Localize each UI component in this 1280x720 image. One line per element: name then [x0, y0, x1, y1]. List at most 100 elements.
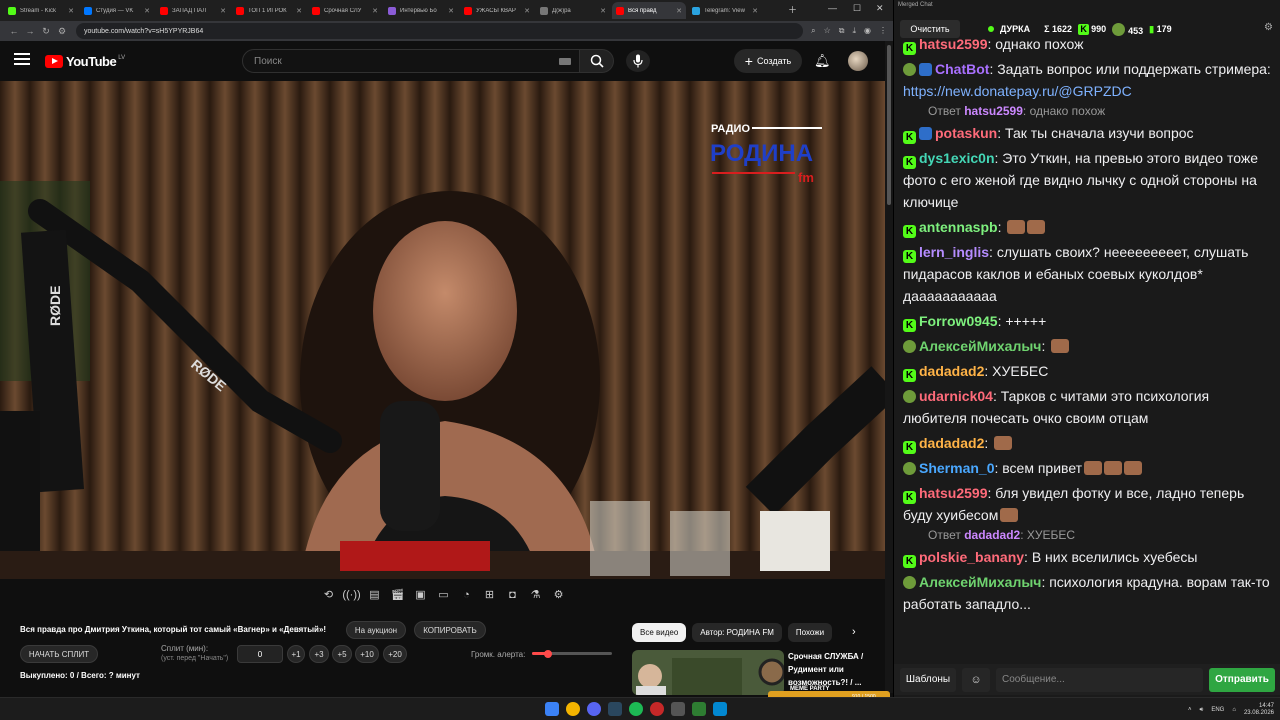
create-button[interactable]: + Создать	[734, 49, 802, 73]
profile-icon[interactable]: ◉	[864, 26, 871, 36]
message-input[interactable]: Сообщение...	[996, 667, 1203, 692]
tab-close-icon[interactable]: ✕	[372, 7, 378, 15]
browser-tab[interactable]: ТОП 1 ИГРОК ✕	[232, 2, 306, 19]
chat-username[interactable]: hatsu2599	[919, 36, 987, 52]
chat-settings-icon[interactable]: ⚙	[1264, 22, 1273, 33]
new-tab-button[interactable]: ＋	[788, 3, 797, 16]
chat-link[interactable]: https://new.donatepay.ru/@GRPZDC	[903, 83, 1132, 99]
search-button[interactable]	[580, 49, 614, 73]
reply-user[interactable]: hatsu2599	[964, 104, 1023, 118]
chat-username[interactable]: lern_inglis	[919, 244, 989, 260]
tab-close-icon[interactable]: ✕	[524, 7, 530, 15]
volume-icon[interactable]: 🔊︎	[1200, 707, 1204, 714]
url-field[interactable]: youtube.com/watch?v=sH5YPYRJB64	[76, 23, 804, 39]
steam-icon[interactable]	[608, 702, 622, 716]
browser-tab[interactable]: Студия — VK ✕	[80, 2, 154, 19]
zoom-icon[interactable]: ⌕	[811, 26, 815, 36]
start-menu-icon[interactable]	[545, 702, 559, 716]
playlist-icon[interactable]: ▤	[366, 586, 383, 603]
chat-username[interactable]: АлексейМихалыч	[919, 338, 1041, 354]
browser-menu-icon[interactable]: ⋮	[879, 26, 887, 36]
split-minutes-input[interactable]: 0	[237, 645, 283, 663]
clock[interactable]: 14:47 23.08.2026	[1244, 703, 1274, 717]
tab-close-icon[interactable]: ✕	[68, 7, 74, 15]
chevron-right-icon[interactable]: ›	[852, 626, 856, 638]
network-icon[interactable]: ⌂	[1232, 707, 1236, 713]
downloads-icon[interactable]: ⤓	[852, 26, 856, 36]
voice-search-button[interactable]	[626, 50, 650, 72]
tab-close-icon[interactable]: ✕	[600, 7, 606, 15]
terminal-icon[interactable]	[671, 702, 685, 716]
chat-username[interactable]: potaskun	[935, 125, 997, 141]
chat-username[interactable]: antennaspb	[919, 219, 998, 235]
browser-tab[interactable]: УЖАСЫ КВАР ✕	[460, 2, 534, 19]
browser-tab[interactable]: Telegram: View ✕	[688, 2, 762, 19]
related-video-title[interactable]: Срочная СЛУЖБА / Рудимент или возможност…	[788, 650, 880, 689]
minimize-button[interactable]: —	[828, 3, 837, 13]
discord-icon[interactable]	[587, 702, 601, 716]
reply-user[interactable]: dadadad2	[964, 528, 1020, 542]
increment-button[interactable]: +1	[287, 645, 305, 663]
youtube-logo[interactable]: YouTube LV	[45, 54, 125, 69]
increment-button[interactable]: +10	[355, 645, 379, 663]
settings-gear-icon[interactable]: ⚙	[550, 586, 567, 603]
obs-icon[interactable]	[650, 702, 664, 716]
audio-icon[interactable]: ((·))	[342, 586, 360, 603]
templates-button[interactable]: Шаблоны	[900, 667, 956, 692]
related-video-thumbnail[interactable]	[632, 650, 784, 695]
video-player[interactable]: РАДИО РОДИНА fm RØDE RØDE	[0, 81, 885, 579]
search-input[interactable]: Поиск	[242, 49, 580, 73]
auction-button[interactable]: На аукцион	[346, 621, 406, 639]
theater-icon[interactable]: ▭	[435, 586, 452, 603]
chat-username[interactable]: hatsu2599	[919, 485, 987, 501]
chat-messages[interactable]: Khatsu2599: однако похож ChatBot: Задать …	[894, 33, 1280, 660]
notifications-bell-icon[interactable]: 🔔︎	[814, 53, 831, 69]
tab-close-icon[interactable]: ✕	[220, 7, 226, 15]
extensions-icon[interactable]: ⧉	[839, 26, 845, 36]
scrollbar-thumb[interactable]	[887, 45, 891, 205]
tab-close-icon[interactable]: ✕	[296, 7, 302, 15]
increment-button[interactable]: +5	[332, 645, 352, 663]
bookmark-star-icon[interactable]: ☆	[824, 26, 831, 36]
flask-icon[interactable]: ⚗	[527, 586, 544, 603]
forward-icon[interactable]: →	[22, 26, 38, 36]
increment-button[interactable]: +20	[383, 645, 407, 663]
tab-similar[interactable]: Похожи	[787, 623, 832, 642]
tab-all-videos[interactable]: Все видео	[632, 623, 687, 642]
copy-button[interactable]: КОПИРОВАТЬ	[414, 621, 486, 639]
alert-volume-slider[interactable]	[532, 649, 612, 658]
clapper-icon[interactable]: 🎬︎	[389, 586, 406, 603]
tab-close-icon[interactable]: ✕	[448, 7, 454, 15]
tray-arrow-icon[interactable]: ˄	[1188, 707, 1192, 713]
emoji-icon[interactable]: ☺	[962, 667, 990, 692]
browser-tab[interactable]: Вся правд ✕	[612, 2, 686, 19]
chat-username[interactable]: dys1exic0n	[919, 150, 995, 166]
chat-username[interactable]: АлексейМихалыч	[919, 574, 1041, 590]
chat-username[interactable]: polskie_banany	[919, 549, 1024, 565]
maximize-button[interactable]: ☐	[853, 3, 861, 14]
app-icon[interactable]	[692, 702, 706, 716]
tab-close-icon[interactable]: ✕	[144, 7, 150, 15]
chat-username[interactable]: Forrow0945	[919, 313, 998, 329]
browser-tab[interactable]: ЗАПАД ПАЛ ✕	[156, 2, 230, 19]
browser-tab[interactable]: Интервью Бо ✕	[384, 2, 458, 19]
reload-icon[interactable]: ↻	[38, 26, 54, 37]
close-window-button[interactable]: ✕	[876, 3, 884, 14]
start-split-button[interactable]: НАЧАТЬ СПЛИТ	[20, 645, 98, 663]
increment-button[interactable]: +3	[309, 645, 329, 663]
pip-icon[interactable]: ▣	[412, 586, 429, 603]
input-language[interactable]: ENG	[1211, 707, 1224, 713]
spotify-icon[interactable]	[629, 702, 643, 716]
tab-close-icon[interactable]: ✕	[752, 7, 758, 15]
hamburger-menu-icon[interactable]	[14, 53, 30, 65]
browser-tab[interactable]: Stream - Kick ✕	[4, 2, 78, 19]
site-info-icon[interactable]: ⚙	[54, 26, 70, 37]
telegram-icon[interactable]	[713, 702, 727, 716]
volume-knob[interactable]	[544, 649, 552, 658]
chat-username[interactable]: Sherman_0	[919, 460, 994, 476]
chrome-icon[interactable]	[566, 702, 580, 716]
browser-tab[interactable]: Срочная СЛУ ✕	[308, 2, 382, 19]
send-button[interactable]: Отправить	[1209, 667, 1275, 692]
back-icon[interactable]: ←	[6, 26, 22, 36]
user-avatar[interactable]	[848, 51, 868, 71]
